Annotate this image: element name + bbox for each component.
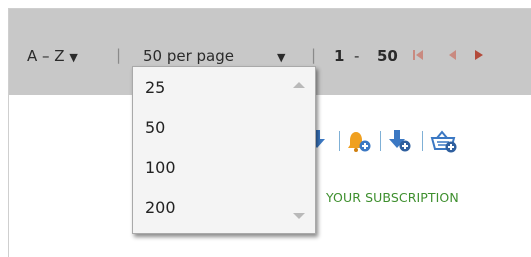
next-page-icon[interactable] bbox=[473, 49, 485, 61]
scroll-up-arrow-icon[interactable] bbox=[293, 82, 305, 88]
icon-divider bbox=[422, 131, 423, 151]
per-page-option-100[interactable]: 100 bbox=[145, 158, 176, 178]
scroll-down-arrow-icon[interactable] bbox=[293, 213, 305, 219]
per-page-option-200[interactable]: 200 bbox=[145, 198, 176, 218]
alert-bell-icon[interactable] bbox=[346, 128, 372, 154]
icon-divider bbox=[380, 131, 381, 151]
separator: | bbox=[311, 46, 317, 64]
separator: | bbox=[116, 46, 122, 64]
sort-caret-icon: ▼ bbox=[69, 51, 78, 64]
add-download-icon[interactable] bbox=[387, 128, 413, 154]
previous-page-icon[interactable] bbox=[446, 49, 458, 61]
subscription-link[interactable]: YOUR SUBSCRIPTION bbox=[326, 190, 459, 205]
per-page-options-menu: 25 50 100 200 bbox=[132, 66, 316, 234]
range-start: 1 bbox=[334, 47, 345, 65]
per-page-label: 50 per page bbox=[143, 47, 235, 65]
per-page-option-25[interactable]: 25 bbox=[145, 78, 165, 98]
per-page-option-50[interactable]: 50 bbox=[145, 118, 165, 138]
sort-dropdown[interactable]: A – Z ▼ bbox=[27, 47, 78, 67]
per-page-caret-icon[interactable]: ▼ bbox=[277, 49, 285, 67]
sort-label: A – Z bbox=[27, 47, 65, 65]
range-end: 50 bbox=[377, 47, 398, 65]
icon-divider bbox=[339, 131, 340, 151]
first-page-icon[interactable] bbox=[412, 49, 424, 61]
range-dash: - bbox=[354, 47, 360, 65]
add-to-basket-icon[interactable] bbox=[428, 128, 458, 154]
per-page-dropdown[interactable]: 50 per page bbox=[143, 47, 234, 65]
